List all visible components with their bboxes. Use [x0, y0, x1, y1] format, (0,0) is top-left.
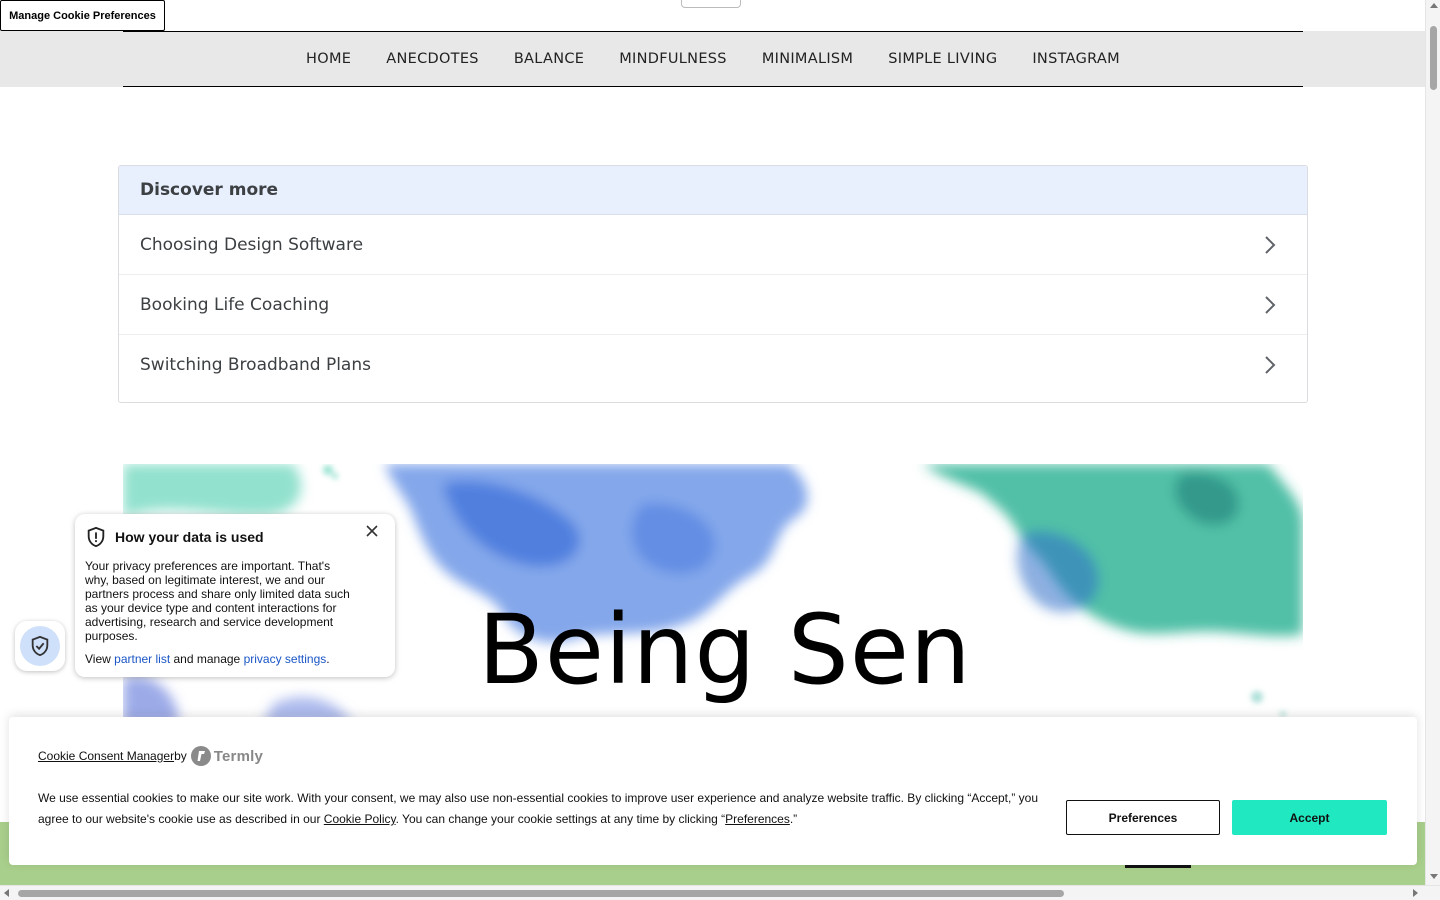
chevron-right-icon	[1265, 356, 1276, 374]
nav-item-instagram[interactable]: INSTAGRAM	[1015, 51, 1138, 67]
chevron-right-icon	[1265, 235, 1276, 254]
cookie-policy-link[interactable]: Cookie Policy	[324, 812, 396, 826]
privacy-settings-link[interactable]: privacy settings	[244, 652, 327, 666]
privacy-popup-body: Your privacy preferences are important. …	[85, 559, 350, 643]
privacy-popup-header: How your data is used	[85, 526, 383, 548]
termly-logo: Termly	[190, 746, 264, 766]
top-tab-handle[interactable]	[681, 0, 741, 8]
nav-item-simple-living[interactable]: SIMPLE LIVING	[871, 51, 1015, 67]
cookie-consent-banner: Cookie Consent Manager by Termly We use …	[9, 717, 1417, 865]
vertical-scrollbar[interactable]	[1425, 0, 1440, 885]
discover-item-label: Booking Life Coaching	[140, 294, 330, 315]
manage-cookie-preferences-button[interactable]: Manage Cookie Preferences	[0, 0, 165, 31]
cookie-text: . You can change your cookie settings at…	[395, 812, 726, 826]
brand-by-text: by	[174, 749, 187, 763]
main-navbar: HOME ANECDOTES BALANCE MINDFULNESS MINIM…	[0, 31, 1425, 87]
scroll-down-arrow-icon[interactable]	[1430, 874, 1438, 879]
privacy-badge-button[interactable]	[15, 621, 65, 671]
termly-wordmark: Termly	[213, 747, 264, 765]
cookie-consent-manager-link[interactable]: Cookie Consent Manager	[38, 749, 174, 763]
horizontal-scrollbar[interactable]	[0, 885, 1440, 900]
nav-item-anecdotes[interactable]: ANECDOTES	[369, 51, 497, 67]
scroll-left-arrow-icon[interactable]	[4, 889, 9, 897]
partner-list-link[interactable]: partner list	[114, 652, 170, 666]
shield-check-icon	[31, 635, 49, 657]
chevron-right-icon	[1265, 295, 1276, 314]
cookie-banner-text: We use essential cookies to make our sit…	[38, 788, 1048, 830]
preferences-inline-link[interactable]: Preferences	[725, 812, 790, 826]
preferences-button[interactable]: Preferences	[1066, 800, 1220, 835]
cookie-banner-brand: Cookie Consent Manager by Termly	[38, 746, 263, 766]
nav-item-mindfulness[interactable]: MINDFULNESS	[602, 51, 745, 67]
discover-item-broadband-plans[interactable]: Switching Broadband Plans	[119, 335, 1307, 395]
discover-item-label: Switching Broadband Plans	[140, 355, 371, 375]
horizontal-scroll-thumb[interactable]	[18, 890, 1064, 897]
shield-icon	[87, 526, 105, 548]
site-title: Being Sen	[478, 594, 972, 706]
discover-item-design-software[interactable]: Choosing Design Software	[119, 215, 1307, 275]
nav-item-home[interactable]: HOME	[289, 51, 369, 67]
footer-text: .	[326, 652, 330, 666]
privacy-popup-footer: View partner list and manage privacy set…	[85, 652, 383, 666]
footer-dark-bar	[1125, 865, 1191, 868]
scroll-right-arrow-icon[interactable]	[1413, 889, 1418, 897]
privacy-info-popup: How your data is used Your privacy prefe…	[75, 514, 395, 677]
discover-more-title: Discover more	[119, 166, 1307, 215]
discover-item-label: Choosing Design Software	[140, 234, 364, 255]
footer-text: and manage	[170, 652, 244, 666]
nav-item-minimalism[interactable]: MINIMALISM	[744, 51, 870, 67]
nav-menu: HOME ANECDOTES BALANCE MINDFULNESS MINIM…	[123, 31, 1303, 87]
footer-text: View	[85, 652, 115, 666]
close-icon[interactable]	[365, 524, 379, 538]
cookie-text: .”	[789, 812, 798, 826]
discover-item-life-coaching[interactable]: Booking Life Coaching	[119, 275, 1307, 335]
vertical-scroll-thumb[interactable]	[1430, 26, 1437, 90]
badge-circle	[20, 626, 60, 666]
discover-more-panel: Discover more Choosing Design Software B…	[118, 165, 1308, 403]
privacy-popup-title: How your data is used	[115, 529, 264, 545]
page: Manage Cookie Preferences HOME ANECDOTES…	[0, 0, 1440, 900]
nav-item-balance[interactable]: BALANCE	[496, 51, 601, 67]
accept-button[interactable]: Accept	[1232, 800, 1387, 835]
scroll-up-arrow-icon[interactable]	[1430, 3, 1438, 8]
termly-logo-icon	[190, 746, 211, 766]
